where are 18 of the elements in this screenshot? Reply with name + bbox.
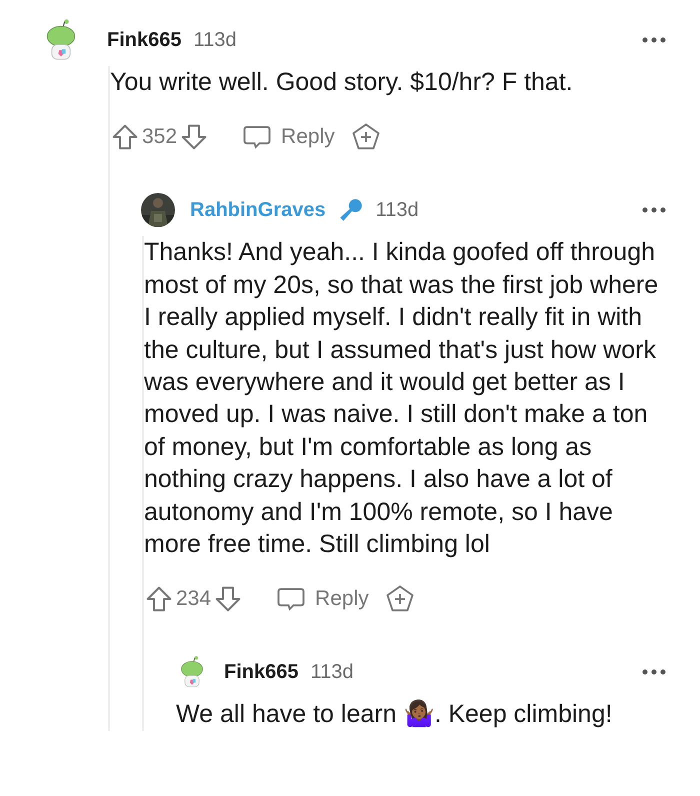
comment-age: 113d xyxy=(376,198,419,222)
comment-text: Thanks! And yeah... I kinda goofed off through most of my 20s, so that was the first job where I really applied myself. I didn't really fit in with the culture, but I assumed that's just how work was everywhere and it would get better as I moved up. I was naive. I still don't make a ton of money, but I'm comfortable as long as nothing crazy happens. I also have a lot of autonomy and I'm 100% remote, so I have more free time. Still climbing lol xyxy=(144,237,659,560)
upvote-icon[interactable] xyxy=(110,122,140,152)
more-options-icon[interactable] xyxy=(642,207,666,214)
more-options-icon[interactable] xyxy=(642,37,666,43)
vote-count: 234 xyxy=(176,587,212,612)
vote-count: 352 xyxy=(142,125,178,150)
username[interactable]: Fink665 xyxy=(107,28,182,52)
reply-button[interactable]: Reply xyxy=(241,122,335,152)
comment-age: 113d xyxy=(310,660,354,684)
more-options-icon[interactable] xyxy=(642,669,666,676)
comment-age: 113d xyxy=(193,28,236,52)
comment-text: You write well. Good story. $10/hr? F that. xyxy=(110,67,574,98)
reply-button[interactable]: Reply xyxy=(275,584,369,614)
username[interactable]: RahbinGraves xyxy=(190,198,326,222)
username[interactable]: Fink665 xyxy=(224,660,298,684)
upvote-icon[interactable] xyxy=(144,584,174,614)
comment-text: We all have to learn 🤷🏾‍♀. Keep climbing! xyxy=(176,698,614,730)
